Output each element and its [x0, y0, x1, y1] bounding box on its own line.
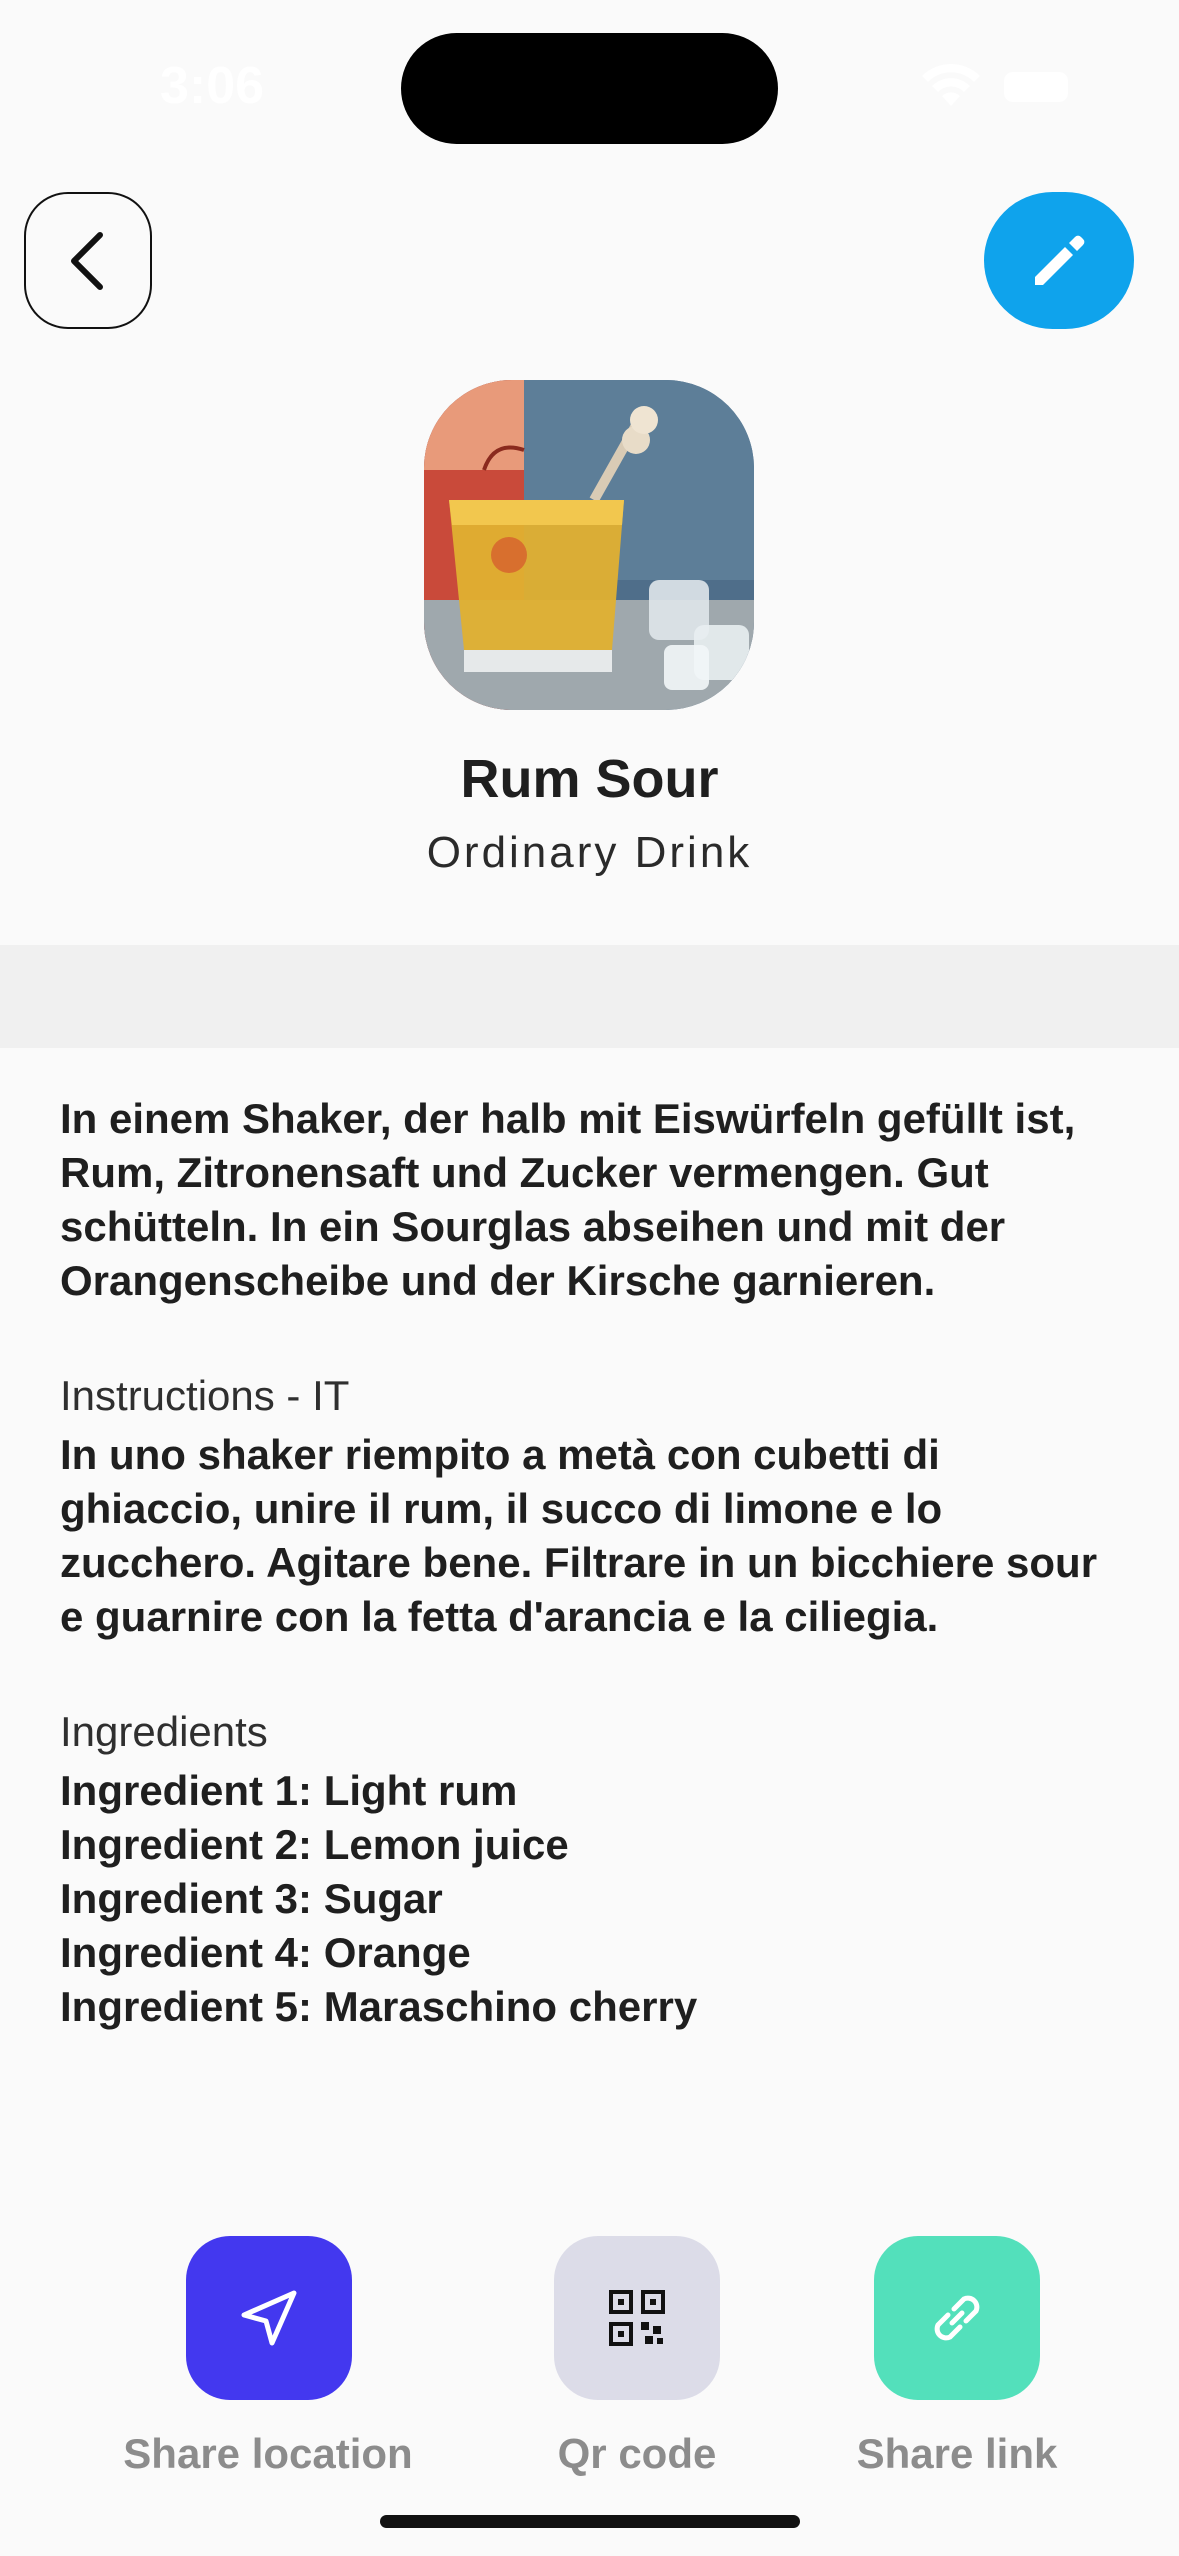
qr-code-button[interactable] [554, 2236, 720, 2400]
instructions-it-label: Instructions - IT [60, 1372, 350, 1419]
edit-button[interactable] [984, 192, 1134, 329]
drink-category: Ordinary Drink [426, 828, 753, 877]
share-link-button[interactable] [874, 2236, 1040, 2400]
share-location-button[interactable] [186, 2236, 352, 2400]
pencil-icon [1035, 235, 1085, 285]
chevron-left-icon [71, 231, 103, 290]
list-item: Ingredient 3: Sugar [60, 1875, 443, 1922]
list-item: Ingredient 4: Orange [60, 1929, 471, 1976]
qr-code-icon [609, 2290, 665, 2346]
ingredients-list: Ingredient 1: Light rum Ingredient 2: Le… [60, 1764, 1120, 2034]
home-indicator [380, 2515, 800, 2528]
dynamic-island [401, 33, 778, 144]
instructions-de: In einem Shaker, der halb mit Eiswürfeln… [60, 1095, 1076, 1304]
navigation-arrow-icon [241, 2290, 297, 2346]
list-item: Ingredient 5: Maraschino cherry [60, 1983, 698, 2030]
status-time: 3:06 [160, 57, 265, 115]
list-item: Ingredient 2: Lemon juice [60, 1821, 569, 1868]
drink-image [424, 380, 754, 710]
drink-details: In einem Shaker, der halb mit Eiswürfeln… [60, 1092, 1120, 2034]
link-icon [934, 2295, 980, 2341]
drink-name: Rum Sour [460, 749, 719, 809]
qr-code-label: Qr code [557, 2430, 717, 2477]
ingredients-label: Ingredients [60, 1708, 268, 1755]
share-link-label: Share link [856, 2430, 1058, 2477]
battery-icon [1004, 72, 1068, 102]
section-divider [0, 945, 1179, 1048]
back-button[interactable] [24, 192, 152, 329]
share-location-label: Share location [123, 2430, 413, 2477]
list-item: Ingredient 1: Light rum [60, 1767, 518, 1814]
wifi-icon [922, 63, 980, 106]
instructions-it: In uno shaker riempito a metà con cubett… [60, 1431, 1098, 1640]
